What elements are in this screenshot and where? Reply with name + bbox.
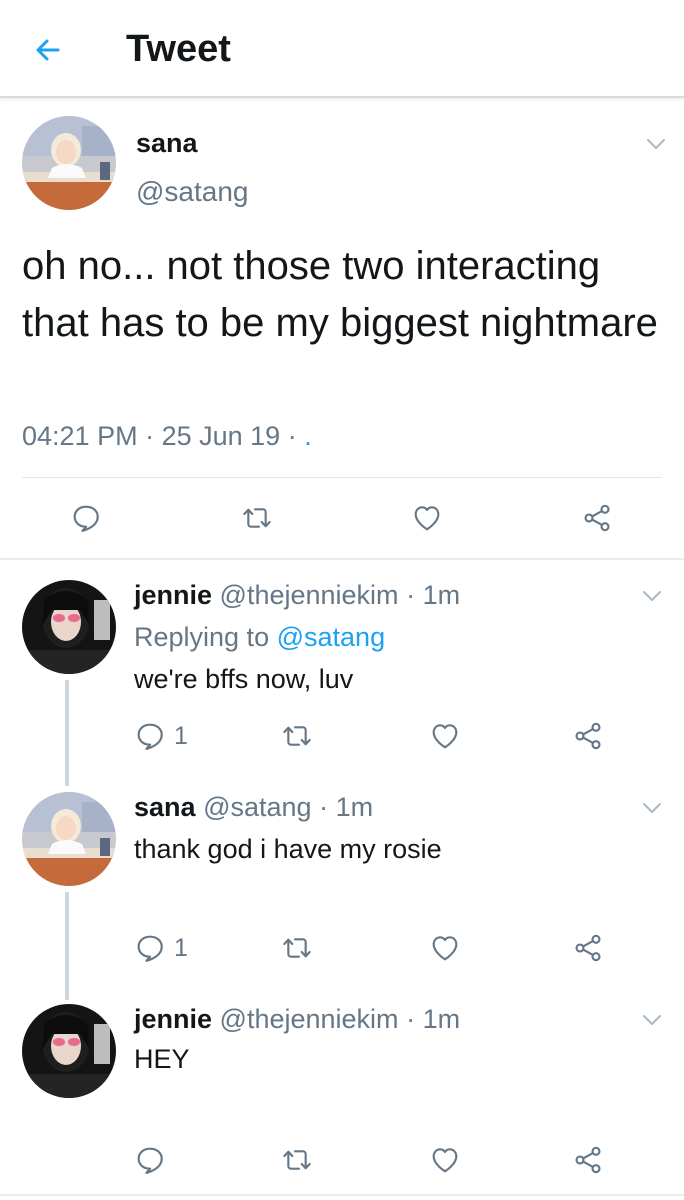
share-button[interactable] [572,720,604,752]
bottom-divider [0,1194,684,1196]
reply-count: 1 [174,721,188,750]
chevron-down-icon[interactable] [640,588,664,604]
reply-author-handle[interactable]: @thejenniekim [220,1004,399,1034]
reply-text: HEY [134,1044,190,1074]
retweet-icon [280,932,314,964]
avatar-jennie[interactable] [22,580,116,674]
reply-button[interactable] [134,1144,166,1176]
mention-link[interactable]: @satang [277,622,385,652]
like-icon [410,502,444,534]
reply-button[interactable]: 1 [134,720,188,752]
retweet-button[interactable] [280,932,314,964]
like-icon [428,1144,462,1176]
reply-icon [70,502,102,534]
share-icon [572,1144,604,1176]
reply-text: thank god i have my rosie [134,834,442,864]
reply-author-name[interactable]: jennie [134,1004,212,1034]
like-button[interactable] [428,1144,462,1176]
reply-count: 1 [174,933,188,962]
page-title: Tweet [126,28,231,70]
replying-to: Replying to @satang [134,622,385,653]
like-button[interactable] [428,932,462,964]
reply-header: jennie @thejenniekim · 1m [134,580,461,610]
like-icon [428,932,462,964]
thread-line [65,892,69,1000]
reply-button[interactable]: 1 [134,932,188,964]
share-button[interactable] [580,502,614,534]
tweet-text: oh no... not those two interacting that … [22,244,658,345]
like-icon [428,720,462,752]
reply-icon [134,1144,166,1176]
chevron-down-icon[interactable] [640,1012,664,1028]
like-button[interactable] [410,502,444,534]
like-button[interactable] [428,720,462,752]
share-icon [572,932,604,964]
share-icon [580,502,614,534]
tweet-time: 04:21 PM [22,421,138,451]
reply-text: we're bffs now, luv [134,664,354,694]
chevron-down-icon[interactable] [644,136,668,152]
reply-icon [134,932,166,964]
reply-icon [134,720,166,752]
avatar-sana[interactable] [22,792,116,886]
source-link[interactable]: . [304,421,312,451]
tweet-timestamp: 04:21 PM · 25 Jun 19 · . [22,421,312,451]
reply-button[interactable] [70,502,102,534]
thread-line [65,680,69,786]
retweet-button[interactable] [280,1144,314,1176]
divider [22,477,662,478]
reply-author-name[interactable]: sana [134,792,196,822]
retweet-icon [280,720,314,752]
avatar-sana[interactable] [22,116,116,210]
chevron-down-icon[interactable] [640,800,664,816]
meta-separator: · [287,421,297,451]
divider [0,558,684,560]
share-button[interactable] [572,932,604,964]
top-app-bar: Tweet [0,0,684,98]
retweet-icon [240,502,274,534]
retweet-icon [280,1144,314,1176]
retweet-button[interactable] [280,720,314,752]
reply-author-handle[interactable]: @thejenniekim [220,580,399,610]
reply-header: sana @satang · 1m [134,792,374,822]
replying-to-label: Replying to [134,622,270,652]
avatar-jennie[interactable] [22,1004,116,1098]
reply-time: 1m [335,792,374,822]
back-button[interactable] [28,30,68,70]
reply-author-name[interactable]: jennie [134,580,212,610]
reply-time: 1m [422,1004,461,1034]
reply-header: jennie @thejenniekim · 1m [134,1004,461,1034]
reply-time: 1m [422,580,461,610]
back-arrow-icon [36,39,60,61]
reply-author-handle[interactable]: @satang [203,792,311,822]
author-name[interactable]: sana [136,128,198,159]
author-handle[interactable]: @satang [136,176,249,208]
tweet-date: 25 Jun 19 [161,421,281,451]
share-icon [572,720,604,752]
retweet-button[interactable] [240,502,274,534]
share-button[interactable] [572,1144,604,1176]
